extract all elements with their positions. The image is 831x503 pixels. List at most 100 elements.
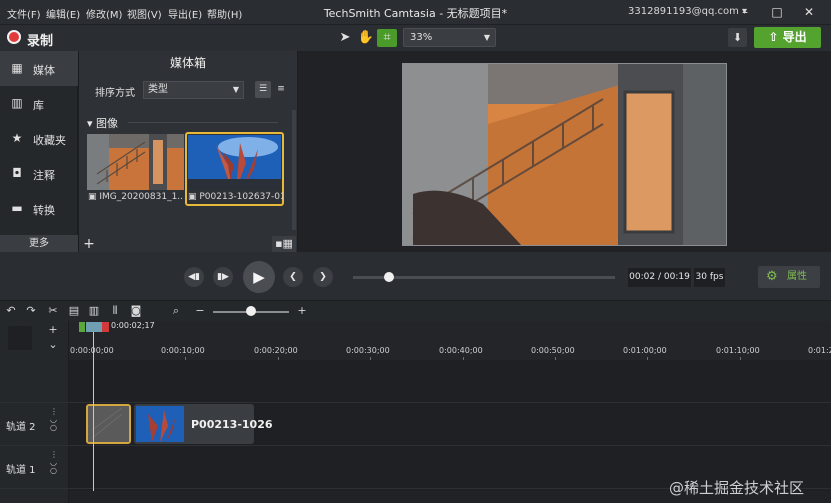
- scrub-handle[interactable]: [384, 272, 394, 282]
- media-thumbnail-label: ▣ P00213-102637-01...: [188, 192, 283, 202]
- zoom-in-icon[interactable]: +: [294, 303, 310, 319]
- record-button[interactable]: 录制: [27, 30, 53, 49]
- camera-icon[interactable]: ◙: [128, 303, 144, 319]
- media-thumbnail-flower[interactable]: [188, 135, 281, 190]
- track-zoom-widget[interactable]: [8, 326, 32, 350]
- track-divider: [0, 445, 831, 446]
- ruler-tick-label: 0:00:20;00: [254, 346, 298, 355]
- image-icon: ▣: [188, 192, 200, 202]
- menu-help[interactable]: 帮助(H): [207, 6, 242, 21]
- zoom-select[interactable]: 33% ▼: [403, 28, 496, 47]
- nav-item-label: 媒体: [33, 64, 55, 77]
- step-back-icon[interactable]: ◀▮: [184, 267, 204, 287]
- nav-item-annotations[interactable]: ◘ 注释: [0, 156, 78, 191]
- panel-title: 媒体箱: [169, 56, 206, 70]
- copy-icon[interactable]: ▤: [66, 303, 82, 319]
- zoom-slider-handle[interactable]: [246, 306, 256, 316]
- bin-scrollbar[interactable]: [292, 110, 296, 230]
- clip-label: P00213-1026: [191, 418, 273, 431]
- chevron-down-icon[interactable]: ⌄: [45, 337, 61, 353]
- nav-item-library[interactable]: ▥ 库: [0, 86, 78, 121]
- nav-item-label: 收藏夹: [33, 134, 66, 147]
- menu-export[interactable]: 导出(E): [168, 6, 202, 21]
- watermark: @稀土掘金技术社区: [669, 479, 805, 497]
- flower-photo: [188, 135, 281, 190]
- undo-icon[interactable]: ↶: [3, 303, 19, 319]
- properties-label: 属性: [787, 271, 807, 282]
- ruler-tick-label: 0:01:2: [808, 346, 831, 355]
- star-icon: ★: [11, 131, 23, 145]
- canvas-preview[interactable]: [402, 63, 727, 246]
- sort-label: 排序方式: [95, 88, 135, 99]
- paste-icon[interactable]: ▥: [86, 303, 102, 319]
- chevron-down-icon: ▼: [232, 85, 239, 94]
- menu-file[interactable]: 文件(F): [7, 6, 41, 21]
- select-tool-icon[interactable]: ➤: [335, 29, 355, 47]
- ruler-tick-label: 0:01:10;00: [716, 346, 760, 355]
- upload-icon: ⇧: [768, 30, 783, 44]
- properties-button[interactable]: ⚙ 属性: [758, 266, 820, 288]
- more-button[interactable]: 更多: [0, 235, 78, 252]
- nav-item-transitions[interactable]: ▬ 转换: [0, 191, 78, 226]
- nav-item-label: 注释: [33, 169, 55, 182]
- ruler-tick-label: 0:00:00;00: [70, 346, 114, 355]
- add-track-icon[interactable]: +: [45, 322, 61, 338]
- track-label[interactable]: 轨道 2: [6, 418, 36, 433]
- gear-icon: ⚙: [766, 269, 778, 284]
- chevron-down-icon: ▼: [483, 33, 490, 42]
- collapse-triangle-icon: ▾: [87, 117, 97, 130]
- export-button[interactable]: ⇧ 导出: [754, 27, 821, 48]
- track-options-icon[interactable]: ⋮ ◡ ○: [50, 451, 58, 475]
- flower-photo: [136, 406, 184, 442]
- split-icon[interactable]: ⫴: [107, 303, 123, 319]
- pan-tool-icon[interactable]: ✋: [356, 29, 376, 47]
- redo-icon[interactable]: ↷: [23, 303, 39, 319]
- time-display: 00:02 / 00:19: [628, 268, 691, 287]
- group-header[interactable]: ▾ 图像: [87, 115, 118, 131]
- details-view-icon[interactable]: ☰: [255, 81, 271, 98]
- ruler-tick-label: 0:01:00;00: [623, 346, 667, 355]
- play-icon[interactable]: ▶: [243, 261, 275, 293]
- next-icon[interactable]: ❯: [313, 267, 333, 287]
- close-button[interactable]: ✕: [798, 2, 820, 22]
- grid-view-icon[interactable]: ▪▦: [272, 236, 296, 252]
- maximize-button[interactable]: □: [766, 2, 788, 22]
- minimize-button[interactable]: –: [734, 2, 756, 22]
- track-options-icon[interactable]: ⋮ ◡ ○: [50, 408, 58, 432]
- playhead-handle[interactable]: [86, 322, 102, 332]
- zoom-value: 33%: [410, 32, 433, 43]
- stairs-photo: [88, 406, 129, 442]
- image-icon: ▣: [88, 192, 100, 202]
- zoom-icon[interactable]: ⌕: [168, 303, 184, 319]
- previous-icon[interactable]: ❮: [283, 267, 303, 287]
- nav-item-favorites[interactable]: ★ 收藏夹: [0, 121, 78, 156]
- menu-view[interactable]: 视图(V): [127, 6, 162, 21]
- playhead-line: [93, 332, 94, 503]
- download-icon[interactable]: ⬇: [728, 28, 747, 47]
- ruler-tick-label: 0:00:30;00: [346, 346, 390, 355]
- out-point-handle[interactable]: [102, 322, 109, 332]
- crop-tool-icon[interactable]: ⌗: [377, 29, 397, 47]
- zoom-out-icon[interactable]: −: [192, 303, 208, 319]
- media-thumbnail-label: ▣ IMG_20200831_1...: [88, 192, 183, 202]
- group-label: 图像: [96, 117, 119, 130]
- nav-item-media[interactable]: ▦ 媒体: [0, 51, 78, 86]
- step-forward-icon[interactable]: ▮▶: [213, 267, 233, 287]
- in-point-handle[interactable]: [79, 322, 85, 332]
- transition-icon: ▬: [11, 201, 23, 215]
- account-menu[interactable]: 3312891193@qq.com ▾: [628, 6, 747, 17]
- playhead-time: 0:00:02;17: [111, 321, 155, 330]
- record-icon[interactable]: [7, 30, 21, 44]
- list-view-icon[interactable]: ≡: [273, 81, 289, 98]
- track-label[interactable]: 轨道 1: [6, 461, 36, 476]
- menu-modify[interactable]: 修改(M): [86, 6, 122, 21]
- cut-icon[interactable]: ✂: [45, 303, 61, 319]
- library-icon: ▥: [11, 96, 23, 110]
- menu-edit[interactable]: 编辑(E): [46, 6, 80, 21]
- sort-value: 类型: [148, 84, 168, 95]
- media-thumbnail-stairs[interactable]: [87, 134, 184, 190]
- add-media-button[interactable]: +: [80, 236, 98, 252]
- nav-item-label: 转换: [33, 204, 55, 217]
- nav-item-label: 库: [33, 99, 44, 112]
- sort-select[interactable]: 类型 ▼: [143, 81, 244, 99]
